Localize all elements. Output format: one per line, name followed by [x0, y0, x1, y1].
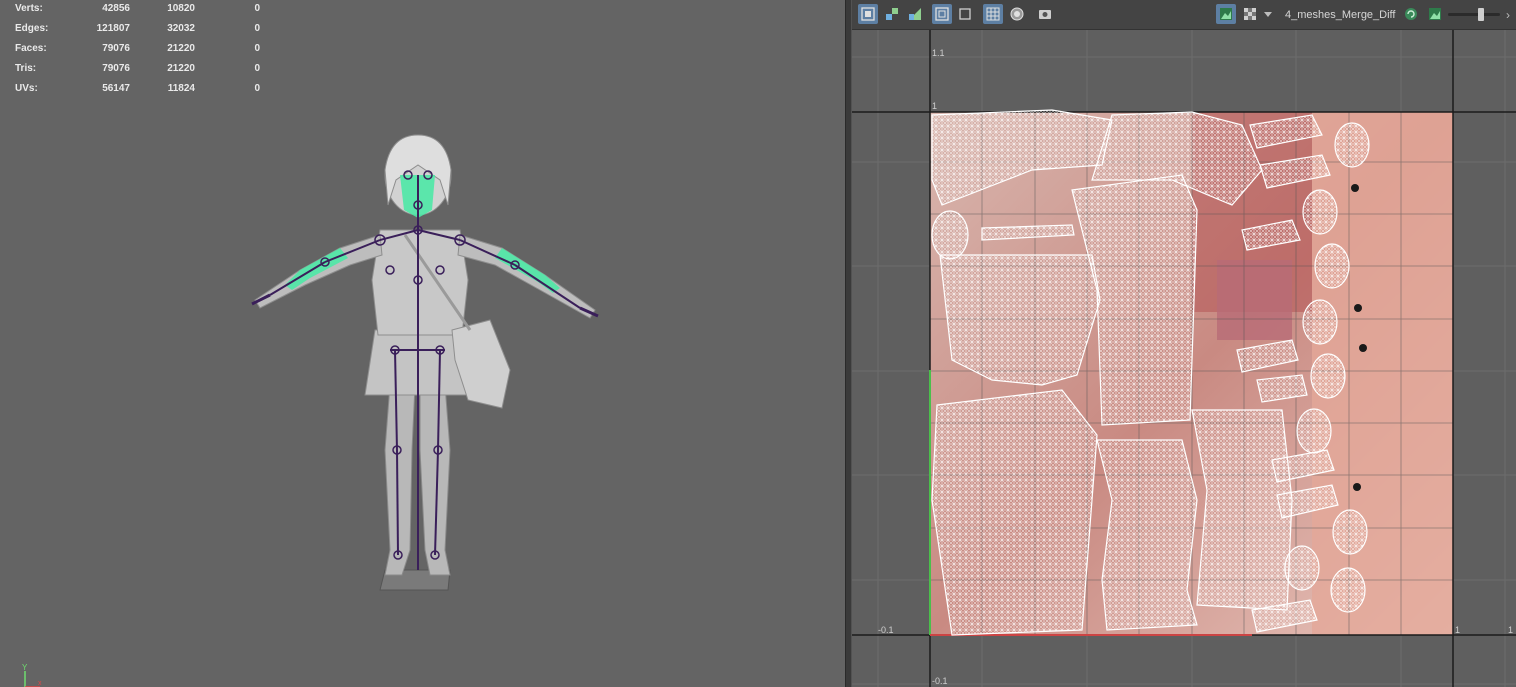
uv-shell-cuff-1[interactable]: [931, 210, 969, 260]
perspective-viewport[interactable]: Verts: 42856 10820 0 Edges: 121807 32032…: [0, 0, 845, 687]
shaded-icon[interactable]: [1007, 4, 1027, 24]
display-image-icon[interactable]: [1216, 4, 1236, 24]
hud-value: 0: [254, 23, 260, 34]
hud-value: 0: [254, 3, 260, 14]
axis-gizmo: x Y: [18, 663, 48, 687]
hud-value: 32032: [167, 23, 195, 34]
hud-value: 79076: [102, 43, 130, 54]
app-window: Verts: 42856 10820 0 Edges: 121807 32032…: [0, 0, 1516, 687]
checker-icon[interactable]: [1240, 4, 1260, 24]
hud-value: 42856: [102, 3, 130, 14]
grid-label-u-neg: -0.1: [878, 625, 894, 635]
hud-value: 56147: [102, 83, 130, 94]
texture-region-mouth: [1217, 260, 1292, 340]
image-icon[interactable]: [1425, 4, 1445, 24]
uv-shell-cuff-3[interactable]: [1302, 189, 1338, 235]
hud-label: UVs:: [15, 83, 38, 94]
grid-label-v-neg: -0.1: [932, 676, 948, 686]
hud-value: 121807: [96, 23, 130, 34]
character-model[interactable]: [240, 130, 610, 600]
uv-shell-cuff-8[interactable]: [1332, 509, 1368, 555]
hud-value: 21220: [167, 63, 195, 74]
uv-shell-cuff-7[interactable]: [1296, 408, 1332, 454]
uv-shell-cuff-5[interactable]: [1302, 299, 1338, 345]
grid-label-u-one: 1: [1455, 625, 1461, 635]
snapshot-icon[interactable]: [1035, 4, 1055, 24]
hud-value: 0: [254, 43, 260, 54]
hud-row-faces: Faces: 79076 21220 0: [0, 40, 280, 60]
hud-value: 21220: [167, 43, 195, 54]
uv-move-icon[interactable]: [882, 4, 902, 24]
uv-shell-cuff-9[interactable]: [1284, 545, 1320, 591]
frame-selected-icon[interactable]: [955, 4, 975, 24]
uv-shell-icon[interactable]: [858, 4, 878, 24]
exposure-slider-handle[interactable]: [1478, 8, 1484, 21]
hud-label: Tris:: [15, 63, 37, 74]
uv-shell-cuff-6[interactable]: [1310, 353, 1346, 399]
grid-icon[interactable]: [983, 4, 1003, 24]
hud-value: 79076: [102, 63, 130, 74]
uv-toolbar: 4_meshes_Merge_Diff ›: [852, 0, 1516, 30]
hud-row-verts: Verts: 42856 10820 0: [0, 0, 280, 20]
refresh-icon[interactable]: [1401, 4, 1421, 24]
hud-value: 0: [254, 63, 260, 74]
grid-label-u-right: 1: [1508, 625, 1514, 635]
uv-grid-canvas[interactable]: 1.1 1 -0.1 1 1 -0.1: [852, 30, 1516, 687]
hud-row-tris: Tris: 79076 21220 0: [0, 60, 280, 80]
uv-shell-cuff-2[interactable]: [1334, 122, 1370, 168]
grid-label-v-top: 1.1: [932, 48, 945, 58]
hud-row-uvs: UVs: 56147 11824 0: [0, 80, 280, 100]
uv-shell-cuff-10[interactable]: [1330, 567, 1366, 613]
frame-icon[interactable]: [932, 4, 952, 24]
uv-shell-hand-left[interactable]: [1096, 439, 1198, 631]
hud-label: Verts:: [15, 3, 43, 14]
uv-editor-panel[interactable]: 4_meshes_Merge_Diff › 1.1 1 -0.1 1 1 -0.…: [852, 0, 1516, 687]
uv-shell-hand-right[interactable]: [1191, 409, 1293, 611]
grid-label-v-one: 1: [932, 101, 938, 111]
torso: [371, 229, 469, 336]
left-leg: [384, 384, 416, 576]
uv-shell-cuff-4[interactable]: [1314, 243, 1350, 289]
texture-dropdown-icon[interactable]: [1264, 10, 1272, 18]
panel-splitter[interactable]: [845, 0, 852, 687]
uv-flip-icon[interactable]: [905, 4, 925, 24]
texture-name[interactable]: 4_meshes_Merge_Diff: [1285, 9, 1395, 21]
hud-label: Edges:: [15, 23, 49, 34]
uv-layout[interactable]: [852, 30, 1516, 687]
hud-value: 11824: [167, 83, 195, 94]
hud-label: Faces:: [15, 43, 47, 54]
svg-text:x: x: [38, 680, 42, 687]
uv-shell-leg-left[interactable]: [931, 389, 1098, 636]
uv-shell-shirt-top[interactable]: [939, 254, 1101, 386]
hud-value: 0: [254, 83, 260, 94]
axis-y-label: Y: [22, 663, 28, 672]
exposure-slider-track[interactable]: [1448, 13, 1500, 16]
hud-value: 10820: [167, 3, 195, 14]
hud-row-edges: Edges: 121807 32032 0: [0, 20, 280, 40]
toolbar-overflow-icon[interactable]: ›: [1506, 8, 1510, 22]
